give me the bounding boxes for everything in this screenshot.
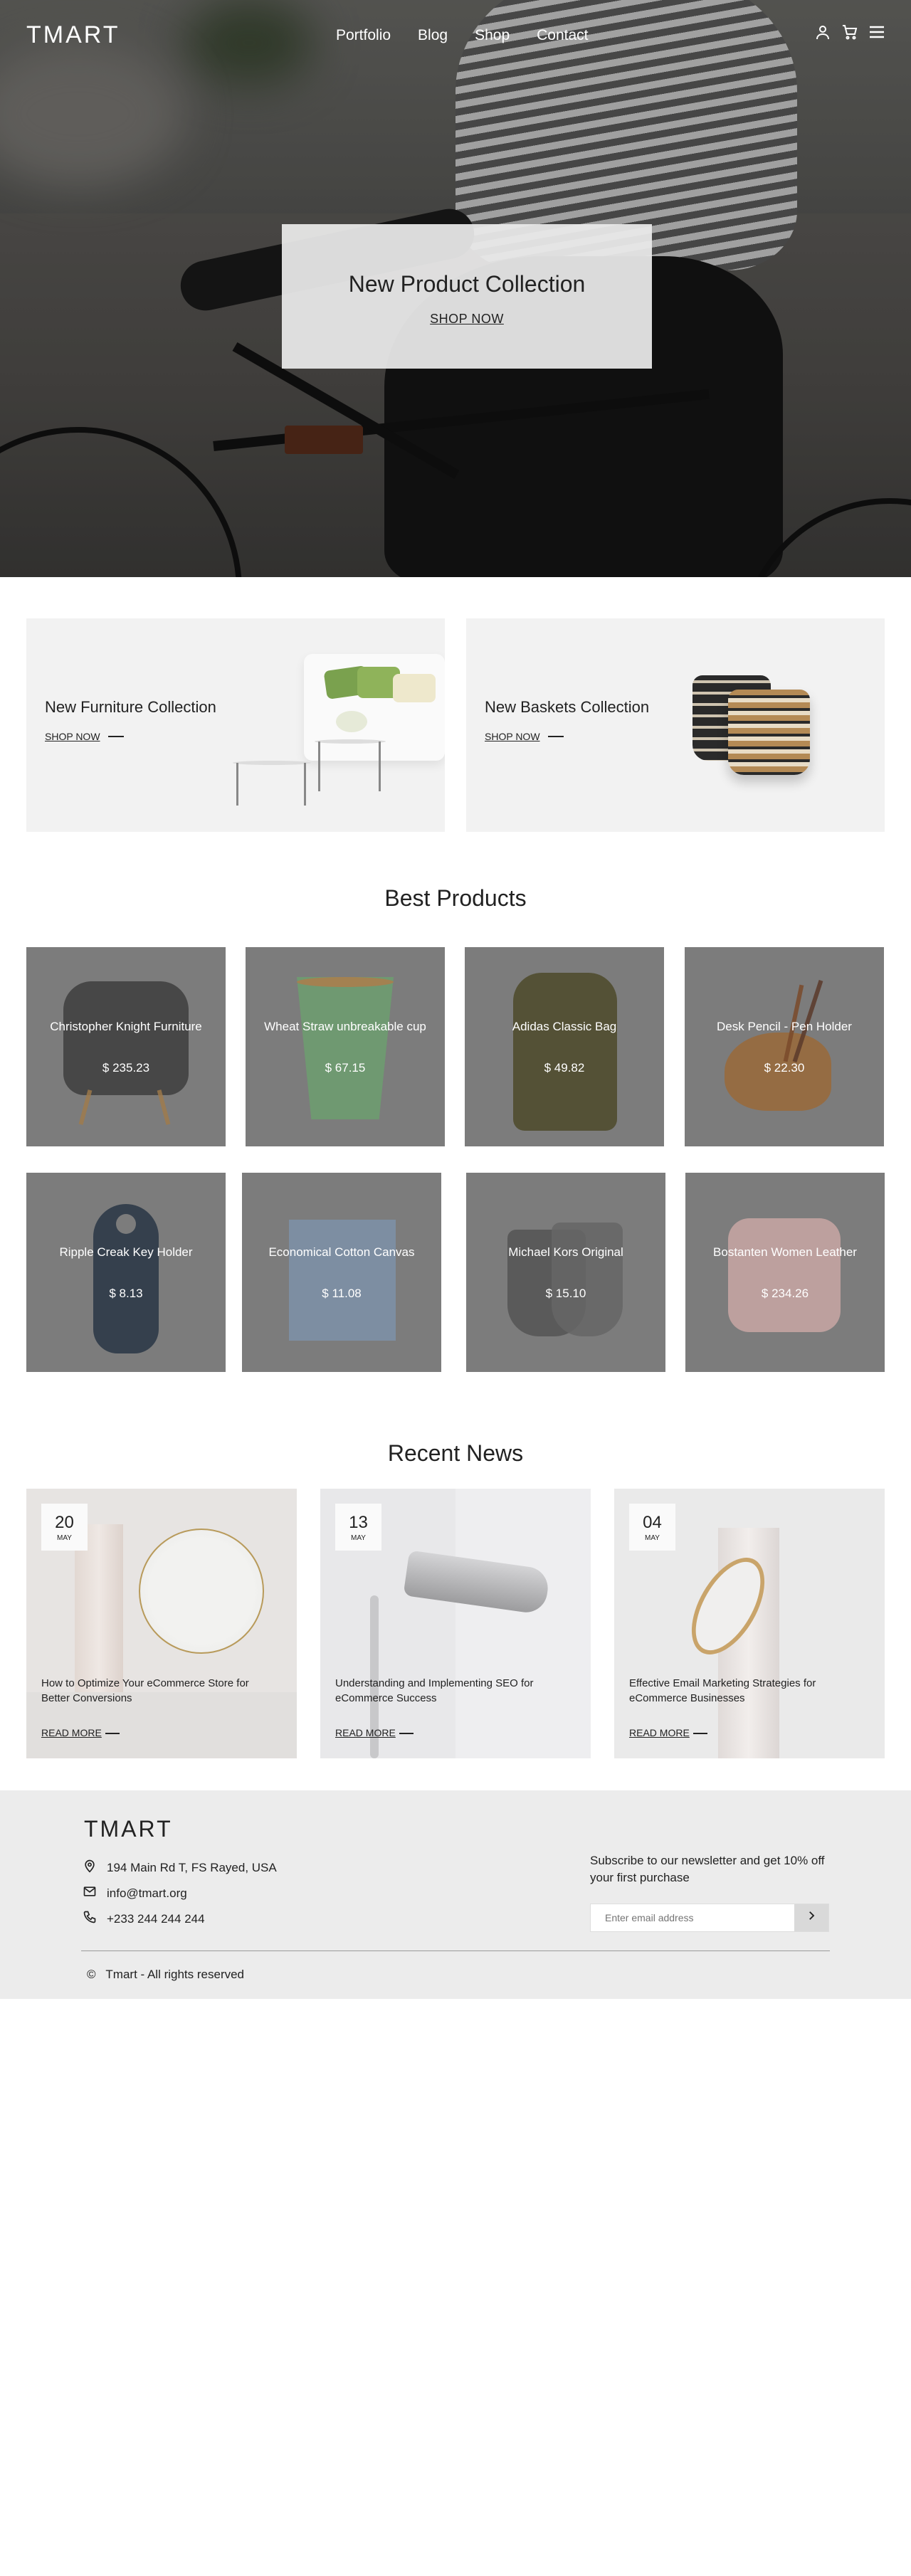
- copyright-icon: ©: [87, 1968, 96, 1981]
- news-card[interactable]: 04 MAY Effective Email Marketing Strateg…: [614, 1489, 885, 1758]
- collection-title: New Furniture Collection: [45, 698, 216, 716]
- furniture-image: [233, 654, 445, 806]
- mail-icon: [83, 1884, 97, 1902]
- footer-address: 194 Main Rd T, FS Rayed, USA: [83, 1859, 277, 1876]
- nav-icons: [814, 23, 885, 41]
- footer-address-text: 194 Main Rd T, FS Rayed, USA: [107, 1860, 277, 1874]
- shop-now-underline: [108, 736, 124, 737]
- product-price: $ 67.15: [325, 1061, 366, 1075]
- main-menu: Portfolio Blog Shop Contact: [336, 27, 616, 44]
- menu-item-shop[interactable]: Shop: [475, 27, 510, 44]
- product-price: $ 8.13: [109, 1287, 143, 1300]
- news-date-month: MAY: [645, 1534, 660, 1542]
- copyright-text: Tmart - All rights reserved: [105, 1968, 245, 1981]
- read-more-underline: [399, 1733, 414, 1734]
- newsletter-email-input[interactable]: [591, 1904, 794, 1931]
- product-price: $ 15.10: [545, 1287, 586, 1300]
- product-card[interactable]: Wheat Straw unbreakable cup $ 67.15: [246, 947, 445, 1146]
- menu-item-contact[interactable]: Contact: [537, 27, 588, 44]
- hero-shop-now-link[interactable]: SHOP NOW: [430, 312, 504, 327]
- collections: New Furniture Collection SHOP NOW New Ba…: [26, 618, 885, 832]
- news-date-day: 13: [349, 1513, 368, 1532]
- news-read-more-link[interactable]: READ MORE: [629, 1727, 690, 1738]
- location-pin-icon: [83, 1859, 97, 1876]
- news-date-month: MAY: [57, 1534, 72, 1542]
- product-name: Christopher Knight Furniture: [50, 1020, 202, 1033]
- cart-icon[interactable]: [841, 23, 858, 41]
- news-date-day: 20: [55, 1513, 74, 1532]
- menu-icon[interactable]: [868, 23, 885, 41]
- user-icon[interactable]: [814, 23, 831, 41]
- product-price: $ 11.08: [322, 1287, 362, 1300]
- menu-item-portfolio[interactable]: Portfolio: [336, 27, 391, 44]
- news-read-more-link[interactable]: READ MORE: [41, 1727, 102, 1738]
- collection-card-furniture[interactable]: New Furniture Collection SHOP NOW: [26, 618, 445, 832]
- menu-item-blog[interactable]: Blog: [418, 27, 448, 44]
- footer-email: info@tmart.org: [83, 1884, 187, 1902]
- newsletter-text: Subscribe to our newsletter and get 10% …: [590, 1854, 825, 1884]
- newsletter-submit-button[interactable]: [794, 1904, 828, 1931]
- product-card[interactable]: Ripple Creak Key Holder $ 8.13: [26, 1173, 226, 1372]
- collection-shop-now-link[interactable]: SHOP NOW: [485, 731, 540, 742]
- footer-email-text[interactable]: info@tmart.org: [107, 1886, 187, 1901]
- best-products-title: Best Products: [384, 885, 527, 911]
- copyright: © Tmart - All rights reserved: [87, 1968, 244, 1982]
- shop-now-underline: [548, 736, 564, 737]
- news-date-day: 04: [643, 1513, 662, 1532]
- hero-title: New Product Collection: [348, 271, 586, 297]
- product-name: Desk Pencil - Pen Holder: [717, 1020, 852, 1033]
- product-card[interactable]: Desk Pencil - Pen Holder $ 22.30: [685, 947, 884, 1146]
- product-name: Bostanten Women Leather: [713, 1245, 857, 1259]
- product-card[interactable]: Michael Kors Original $ 15.10: [466, 1173, 665, 1372]
- product-name: Adidas Classic Bag: [512, 1020, 617, 1033]
- newsletter-form: [590, 1904, 829, 1932]
- news-title[interactable]: Effective Email Marketing Strategies for…: [629, 1676, 843, 1706]
- product-card[interactable]: Economical Cotton Canvas $ 11.08: [242, 1173, 441, 1372]
- phone-icon: [83, 1910, 97, 1928]
- product-price: $ 49.82: [544, 1061, 585, 1075]
- collection-title: New Baskets Collection: [485, 698, 650, 716]
- collection-card-baskets[interactable]: New Baskets Collection SHOP NOW: [466, 618, 885, 832]
- news-title[interactable]: How to Optimize Your eCommerce Store for…: [41, 1676, 255, 1706]
- news-date-badge: 20 MAY: [41, 1504, 88, 1551]
- news-card[interactable]: 13 MAY Understanding and Implementing SE…: [320, 1489, 591, 1758]
- product-name: Wheat Straw unbreakable cup: [264, 1020, 426, 1033]
- baskets-image: [693, 661, 810, 789]
- hero-banner: TMART Portfolio Blog Shop Contact New Pr…: [0, 0, 911, 577]
- footer: TMART 194 Main Rd T, FS Rayed, USA info@…: [0, 1790, 911, 1999]
- footer-phone: +233 244 244 244: [83, 1910, 205, 1928]
- product-card[interactable]: Bostanten Women Leather $ 234.26: [685, 1173, 885, 1372]
- collection-shop-now-link[interactable]: SHOP NOW: [45, 731, 100, 742]
- footer-phone-text[interactable]: +233 244 244 244: [107, 1912, 205, 1926]
- news-image: [456, 1489, 591, 1758]
- footer-logo[interactable]: TMART: [84, 1816, 173, 1842]
- news-date-badge: 13 MAY: [335, 1504, 381, 1551]
- product-price: $ 235.23: [102, 1061, 150, 1075]
- news-card[interactable]: 20 MAY How to Optimize Your eCommerce St…: [26, 1489, 297, 1758]
- product-price: $ 22.30: [764, 1061, 805, 1075]
- news-date-badge: 04 MAY: [629, 1504, 675, 1551]
- recent-news-title: Recent News: [387, 1440, 524, 1466]
- news-title[interactable]: Understanding and Implementing SEO for e…: [335, 1676, 549, 1706]
- news-date-month: MAY: [351, 1534, 366, 1542]
- read-more-underline: [105, 1733, 120, 1734]
- product-name: Economical Cotton Canvas: [268, 1245, 415, 1259]
- top-nav: TMART Portfolio Blog Shop Contact: [0, 0, 911, 71]
- product-card[interactable]: Adidas Classic Bag $ 49.82: [465, 947, 664, 1146]
- product-card[interactable]: Christopher Knight Furniture $ 235.23: [26, 947, 226, 1146]
- read-more-underline: [693, 1733, 707, 1734]
- site-logo[interactable]: TMART: [26, 21, 120, 49]
- mirror-shape: [139, 1529, 264, 1654]
- hero-cta-box: New Product Collection SHOP NOW: [282, 224, 652, 369]
- chevron-right-icon: [809, 1911, 815, 1920]
- product-name: Ripple Creak Key Holder: [59, 1245, 193, 1259]
- news-read-more-link[interactable]: READ MORE: [335, 1727, 396, 1738]
- product-price: $ 234.26: [761, 1287, 809, 1300]
- product-name: Michael Kors Original: [508, 1245, 623, 1259]
